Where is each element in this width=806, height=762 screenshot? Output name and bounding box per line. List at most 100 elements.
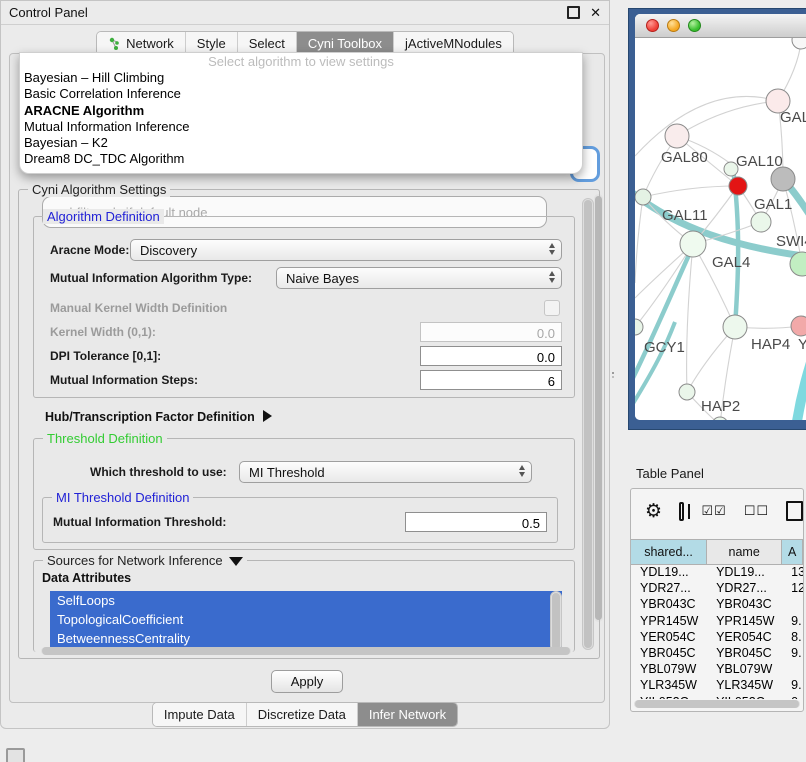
algorithm-option[interactable]: Bayesian – K2 <box>20 135 582 151</box>
network-node-label: GAL4 <box>712 254 750 271</box>
tab-impute-data[interactable]: Impute Data <box>153 703 247 726</box>
mi-threshold-field[interactable] <box>405 512 547 532</box>
table-row[interactable]: YBR043CYBR043C <box>631 596 803 612</box>
close-window-icon[interactable] <box>646 19 659 32</box>
network-node-gal4[interactable] <box>680 231 706 257</box>
table-cell: 0. <box>782 695 803 699</box>
close-panel-icon[interactable]: ✕ <box>590 6 601 19</box>
float-panel-icon[interactable] <box>567 6 580 19</box>
attribute-item[interactable]: TopologicalCoefficient <box>50 610 562 629</box>
network-node[interactable] <box>771 167 795 191</box>
network-node[interactable] <box>729 177 747 195</box>
bottom-tab-group: Impute DataDiscretize DataInfer Network <box>152 702 458 727</box>
mi-type-value: Naive Bayes <box>286 271 359 286</box>
table-row[interactable]: YBR045CYBR045C9. <box>631 645 803 661</box>
manual-kernel-checkbox[interactable] <box>544 300 560 316</box>
gear-icon[interactable]: ⚙ <box>645 502 662 521</box>
table-row[interactable]: YER054CYER054C8. <box>631 629 803 645</box>
tab-discretize-data[interactable]: Discretize Data <box>247 703 358 726</box>
minimized-panel-icon[interactable] <box>6 748 25 762</box>
mi-type-label: Mutual Information Algorithm Type: <box>50 271 252 285</box>
network-node-label: Y <box>798 336 806 353</box>
data-attributes-label: Data Attributes <box>42 571 131 585</box>
network-edge[interactable] <box>792 356 806 420</box>
mi-type-combo[interactable]: Naive Bayes <box>276 267 562 289</box>
network-edge[interactable] <box>677 101 778 136</box>
attributes-vertical-scrollbar[interactable] <box>550 591 562 652</box>
export-table-icon[interactable] <box>786 501 803 521</box>
network-node-gal1[interactable] <box>751 212 771 232</box>
hub-definition-toggle[interactable]: Hub/Transcription Factor Definition <box>45 410 272 424</box>
network-node-label: GAL1 <box>754 196 792 213</box>
attribute-item[interactable]: SelfLoops <box>50 591 562 610</box>
control-panel-titlebar: Control Panel ✕ <box>1 1 609 25</box>
show-columns-icon[interactable]: ☑☑ <box>701 503 726 519</box>
table-row[interactable]: YBL079WYBL079W <box>631 661 803 677</box>
hide-columns-icon[interactable]: ☐☐ <box>744 503 769 519</box>
table-row[interactable]: YLR345WYLR345W9. <box>631 677 803 693</box>
network-node-label: GAL80 <box>661 149 708 166</box>
network-edge[interactable] <box>643 186 738 197</box>
network-node-gcy1[interactable] <box>635 319 643 335</box>
table-cell: 13 <box>782 565 803 579</box>
zoom-window-icon[interactable] <box>688 19 701 32</box>
table-horizontal-scrollbar[interactable] <box>634 700 800 708</box>
sources-group-title[interactable]: Sources for Network Inference <box>43 553 247 568</box>
algorithm-option[interactable]: Basic Correlation Inference <box>20 86 582 102</box>
network-icon <box>108 37 121 51</box>
table-row[interactable]: YDL19...YDL19...13 <box>631 564 803 580</box>
aracne-mode-combo[interactable]: Discovery <box>130 239 562 261</box>
table-row[interactable]: YPR145WYPR145W9. <box>631 613 803 629</box>
table-row[interactable]: YDR27...YDR27...12 <box>631 580 803 596</box>
network-node[interactable] <box>712 417 728 420</box>
app-screen: Control Panel ✕ NetworkStyleSelectCyni T… <box>0 0 806 762</box>
algorithm-option[interactable]: Dream8 DC_TDC Algorithm <box>20 151 582 167</box>
network-edge[interactable] <box>635 197 643 283</box>
panel-splitter-handle[interactable] <box>611 371 615 378</box>
control-panel-title: Control Panel <box>9 5 88 20</box>
mi-threshold-label: Mutual Information Threshold: <box>53 515 226 529</box>
network-edge[interactable] <box>687 244 693 392</box>
network-node-y[interactable] <box>791 316 806 336</box>
table-row[interactable]: YIL052CYIL052C0. <box>631 694 803 700</box>
split-columns-icon[interactable] <box>679 502 684 521</box>
algorithm-dropdown: Select algorithm to view settings Bayesi… <box>19 52 583 174</box>
which-threshold-combo[interactable]: MI Threshold <box>239 461 532 483</box>
algorithm-option[interactable]: Bayesian – Hill Climbing <box>20 70 582 86</box>
network-node-gal80[interactable] <box>665 124 689 148</box>
column-header-shared[interactable]: shared... <box>631 540 707 564</box>
network-node-gal11[interactable] <box>635 189 651 205</box>
settings-horizontal-scrollbar[interactable] <box>41 647 571 655</box>
table-cell: YDL19... <box>631 565 707 579</box>
dpi-tolerance-field[interactable] <box>420 346 562 366</box>
tab-infer-network[interactable]: Infer Network <box>358 703 457 726</box>
apply-button[interactable]: Apply <box>271 670 343 693</box>
algorithm-definition-group: Algorithm Definition Aracne Mode: Discov… <box>33 216 575 398</box>
algorithm-option[interactable]: Mutual Information Inference <box>20 119 582 135</box>
dropdown-item-list: Bayesian – Hill ClimbingBasic Correlatio… <box>20 70 582 168</box>
kernel-width-field[interactable] <box>420 322 562 342</box>
minimize-window-icon[interactable] <box>667 19 680 32</box>
tab-label: jActiveMNodules <box>405 36 502 51</box>
tab-label: Cyni Toolbox <box>308 36 382 51</box>
mi-steps-label: Mutual Information Steps: <box>50 373 198 387</box>
hub-definition-label: Hub/Transcription Factor Definition <box>45 410 255 424</box>
attribute-item[interactable]: BetweennessCentrality <box>50 629 562 648</box>
table-cell: YLR345W <box>707 678 782 692</box>
network-node-hap2[interactable] <box>679 384 695 400</box>
aracne-mode-label: Aracne Mode: <box>50 243 129 257</box>
column-header-a[interactable]: A <box>782 540 803 564</box>
network-window-titlebar[interactable] <box>635 14 806 38</box>
data-attributes-list[interactable]: SelfLoopsTopologicalCoefficientBetweenne… <box>50 591 562 653</box>
table-panel-title: Table Panel <box>628 460 806 481</box>
network-node[interactable] <box>792 38 806 49</box>
network-edge[interactable] <box>635 96 778 156</box>
which-threshold-label: Which threshold to use: <box>90 465 227 479</box>
tab-label: Select <box>249 36 285 51</box>
network-canvas[interactable]: GALGAL80GAL10GAL1GAL11SWI4GAL4GCY1HAP4YH… <box>635 38 806 420</box>
column-header-name[interactable]: name <box>707 540 782 564</box>
algorithm-option[interactable]: ARACNE Algorithm <box>20 103 582 119</box>
settings-vertical-scrollbar[interactable] <box>582 198 594 650</box>
mi-steps-field[interactable] <box>420 370 562 390</box>
network-node-hap4[interactable] <box>723 315 747 339</box>
